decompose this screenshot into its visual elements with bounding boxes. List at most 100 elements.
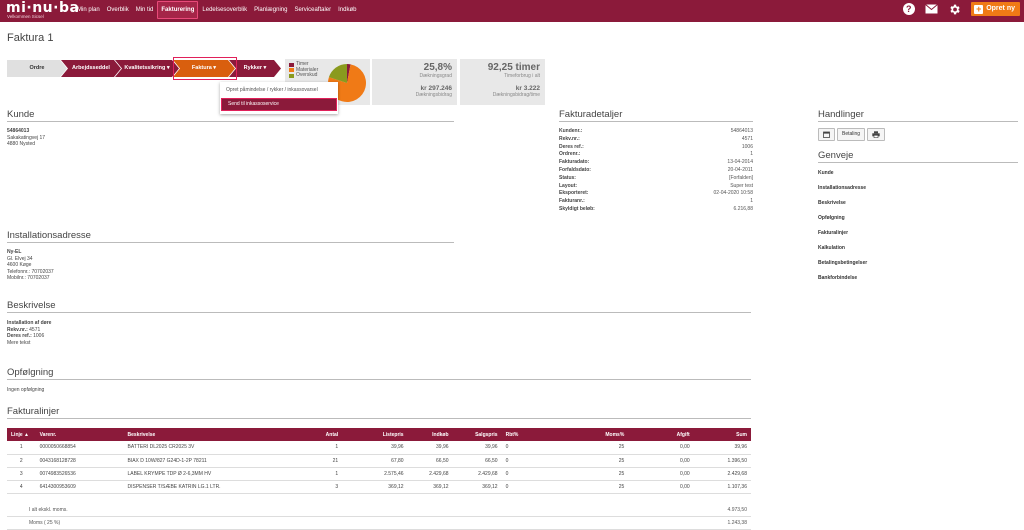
table-cell: BATTERI DL2025 CR2025 3V: [123, 441, 302, 455]
section-installation-heading: Installationsadresse: [7, 230, 454, 243]
moms-value: 1.243,38: [727, 520, 747, 526]
table-row[interactable]: 2 0043168128728 BIAX D 10W/827 G24D-1-2P 7…: [7, 454, 751, 468]
faktura-detail-row: Deres ref.: 1006: [559, 144, 753, 151]
step-kvalitetssikring[interactable]: Kvalitetssikring ▾: [115, 60, 179, 77]
table-cell: 39,96: [342, 441, 408, 455]
table-row[interactable]: 3 0074983526536 LABEL KRYMPE TDP Ø 2-6,3MM…: [7, 467, 751, 481]
detail-key: Fakturanr.:: [559, 198, 585, 205]
detail-value: 1: [750, 151, 753, 158]
shortcut-link[interactable]: Kunde: [818, 170, 834, 176]
nav-fakturering[interactable]: Fakturering: [157, 1, 199, 19]
section-beskrivelse-heading: Beskrivelse: [7, 300, 751, 313]
table-cell: 2.429,68: [693, 467, 751, 481]
calendar-icon: [823, 131, 830, 138]
kpi-label: Timeforbrug i alt: [504, 73, 540, 79]
section-kunde-heading: Kunde: [7, 109, 454, 122]
nav-overblik[interactable]: Overblik: [104, 0, 132, 20]
total-label: I alt ekskl. moms.: [29, 507, 68, 513]
faktura-detail-row: Layout: Super test: [559, 183, 753, 190]
table-row[interactable]: 4 6414300953609 DISPENSER T/SÆBE KATRIN LG…: [7, 480, 751, 494]
section-handlinger-heading: Handlinger: [818, 109, 1018, 122]
table-cell: 1: [7, 441, 36, 455]
kpi-daekningsgrad: 25,8% Dækningsgrad kr 297.246 Dækningsbi…: [372, 59, 457, 105]
table-cell: 3: [301, 480, 343, 494]
chart-legend: Timer Materialer Overskud: [289, 61, 318, 79]
detail-key: Kundenr.:: [559, 128, 583, 134]
column-header[interactable]: Salgspris: [452, 428, 502, 441]
nav-ledelsesoverblik[interactable]: Ledelsesoverblik: [199, 0, 250, 20]
section-opfolgning-heading: Opfølgning: [7, 367, 751, 380]
table-cell: 0,00: [628, 441, 694, 455]
create-new-label: Opret ny: [986, 5, 1015, 12]
gear-icon[interactable]: [948, 3, 961, 16]
table-row[interactable]: 1 0000050668854 BATTERI DL2025 CR2025 3V 1 3…: [7, 441, 751, 455]
app-logo[interactable]: mi·nu·ba: [6, 1, 79, 15]
moms-row: Moms ( 25 %) 1.243,38: [7, 517, 751, 530]
print-button[interactable]: [867, 128, 886, 141]
detail-key: Ordrenr.:: [559, 151, 581, 158]
actions-toolbar: Betaling: [818, 128, 887, 141]
shortcut-link[interactable]: Beskrivelse: [818, 200, 846, 206]
column-header[interactable]: Varenr.: [35, 428, 124, 441]
detail-key: Forfaldsdato:: [559, 167, 591, 173]
step-arbejdsseddel[interactable]: Arbejdsseddel: [61, 60, 121, 77]
detail-value: Super test: [730, 182, 753, 189]
kpi-big-value: 92,25 timer: [487, 62, 540, 73]
column-header[interactable]: Linje ▲: [7, 428, 36, 441]
table-cell: 0: [501, 467, 543, 481]
rekv-value: 4571: [29, 326, 41, 333]
nav-min-plan[interactable]: Min plan: [74, 0, 103, 20]
column-header[interactable]: Sum: [693, 428, 751, 441]
shortcut-link[interactable]: Betalingsbetingelser: [818, 260, 867, 266]
table-cell: 369,12: [342, 480, 408, 494]
column-header[interactable]: Rbt%: [501, 428, 543, 441]
betaling-button[interactable]: Betaling: [837, 128, 866, 141]
column-header[interactable]: Antal: [301, 428, 343, 441]
nav-planlaegning[interactable]: Planlægning: [251, 0, 290, 20]
legend-item: Overskud: [289, 72, 318, 79]
help-icon[interactable]: ?: [902, 3, 915, 16]
table-cell: 25: [542, 467, 629, 481]
faktura-detail-row: Rekv.nr.: 4571: [559, 136, 753, 143]
calendar-button[interactable]: [818, 128, 835, 141]
main-nav: Min plan Overblik Min tid Fakturering Le…: [74, 0, 360, 22]
table-cell: 2.429,68: [452, 467, 502, 481]
create-new-button[interactable]: + Opret ny: [971, 2, 1020, 16]
kpi-value-label: Dækningsbidrag: [415, 92, 452, 98]
section-fakturalinjer-heading: Fakturalinjer: [7, 406, 751, 419]
detail-key: Status:: [559, 174, 576, 181]
table-cell: 3: [7, 467, 36, 481]
column-header[interactable]: Listepris: [342, 428, 408, 441]
table-cell: 0: [501, 480, 543, 494]
shortcut-link[interactable]: Fakturalinjer: [818, 230, 848, 236]
table-cell: 1: [301, 441, 343, 455]
mail-icon[interactable]: [925, 3, 939, 16]
fakturalinjer-table: Linje ▲ Varenr. Beskrivelse Antal Listepris I…: [7, 428, 751, 494]
nav-indkob[interactable]: Indkøb: [335, 0, 359, 20]
installation-name: Ny-EL: [7, 249, 22, 255]
shortcut-link[interactable]: Installationsadresse: [818, 185, 866, 191]
dropdown-item-reminder[interactable]: Opret påmindelse / rykker / inkassovarse…: [220, 84, 338, 96]
kunde-details: 54864013 Sakakatingvej 17 4880 Nysted: [7, 128, 45, 148]
column-header[interactable]: Afgift: [628, 428, 694, 441]
top-icons: ? + Opret ny: [902, 2, 1020, 16]
shortcut-link[interactable]: Opfølgning: [818, 215, 845, 221]
kunde-number: 54864013: [7, 128, 30, 134]
shortcut-link[interactable]: Kalkulation: [818, 245, 845, 251]
nav-min-tid[interactable]: Min tid: [133, 0, 157, 20]
nav-serviceaftaler[interactable]: Serviceaftaler: [291, 0, 334, 20]
table-cell: 66,50: [452, 454, 502, 468]
shortcut-link[interactable]: Bankforbindelse: [818, 275, 857, 281]
detail-value: 6.216,88: [733, 206, 753, 212]
detail-value: 4571: [741, 135, 753, 142]
column-header[interactable]: Beskrivelse: [123, 428, 302, 441]
column-header[interactable]: Indkøb: [407, 428, 453, 441]
table-cell: 4: [7, 480, 36, 494]
faktura-detail-row: Fakturanr.: 1: [559, 198, 753, 205]
column-header[interactable]: Moms%: [542, 428, 629, 441]
plus-icon: +: [974, 3, 984, 14]
faktura-detail-row: Fakturadato: 13-04-2014: [559, 159, 753, 166]
kpi-value: kr 3.222: [515, 85, 540, 92]
total-value: 4.973,50: [727, 507, 747, 513]
step-ordre[interactable]: Ordre: [7, 60, 67, 77]
